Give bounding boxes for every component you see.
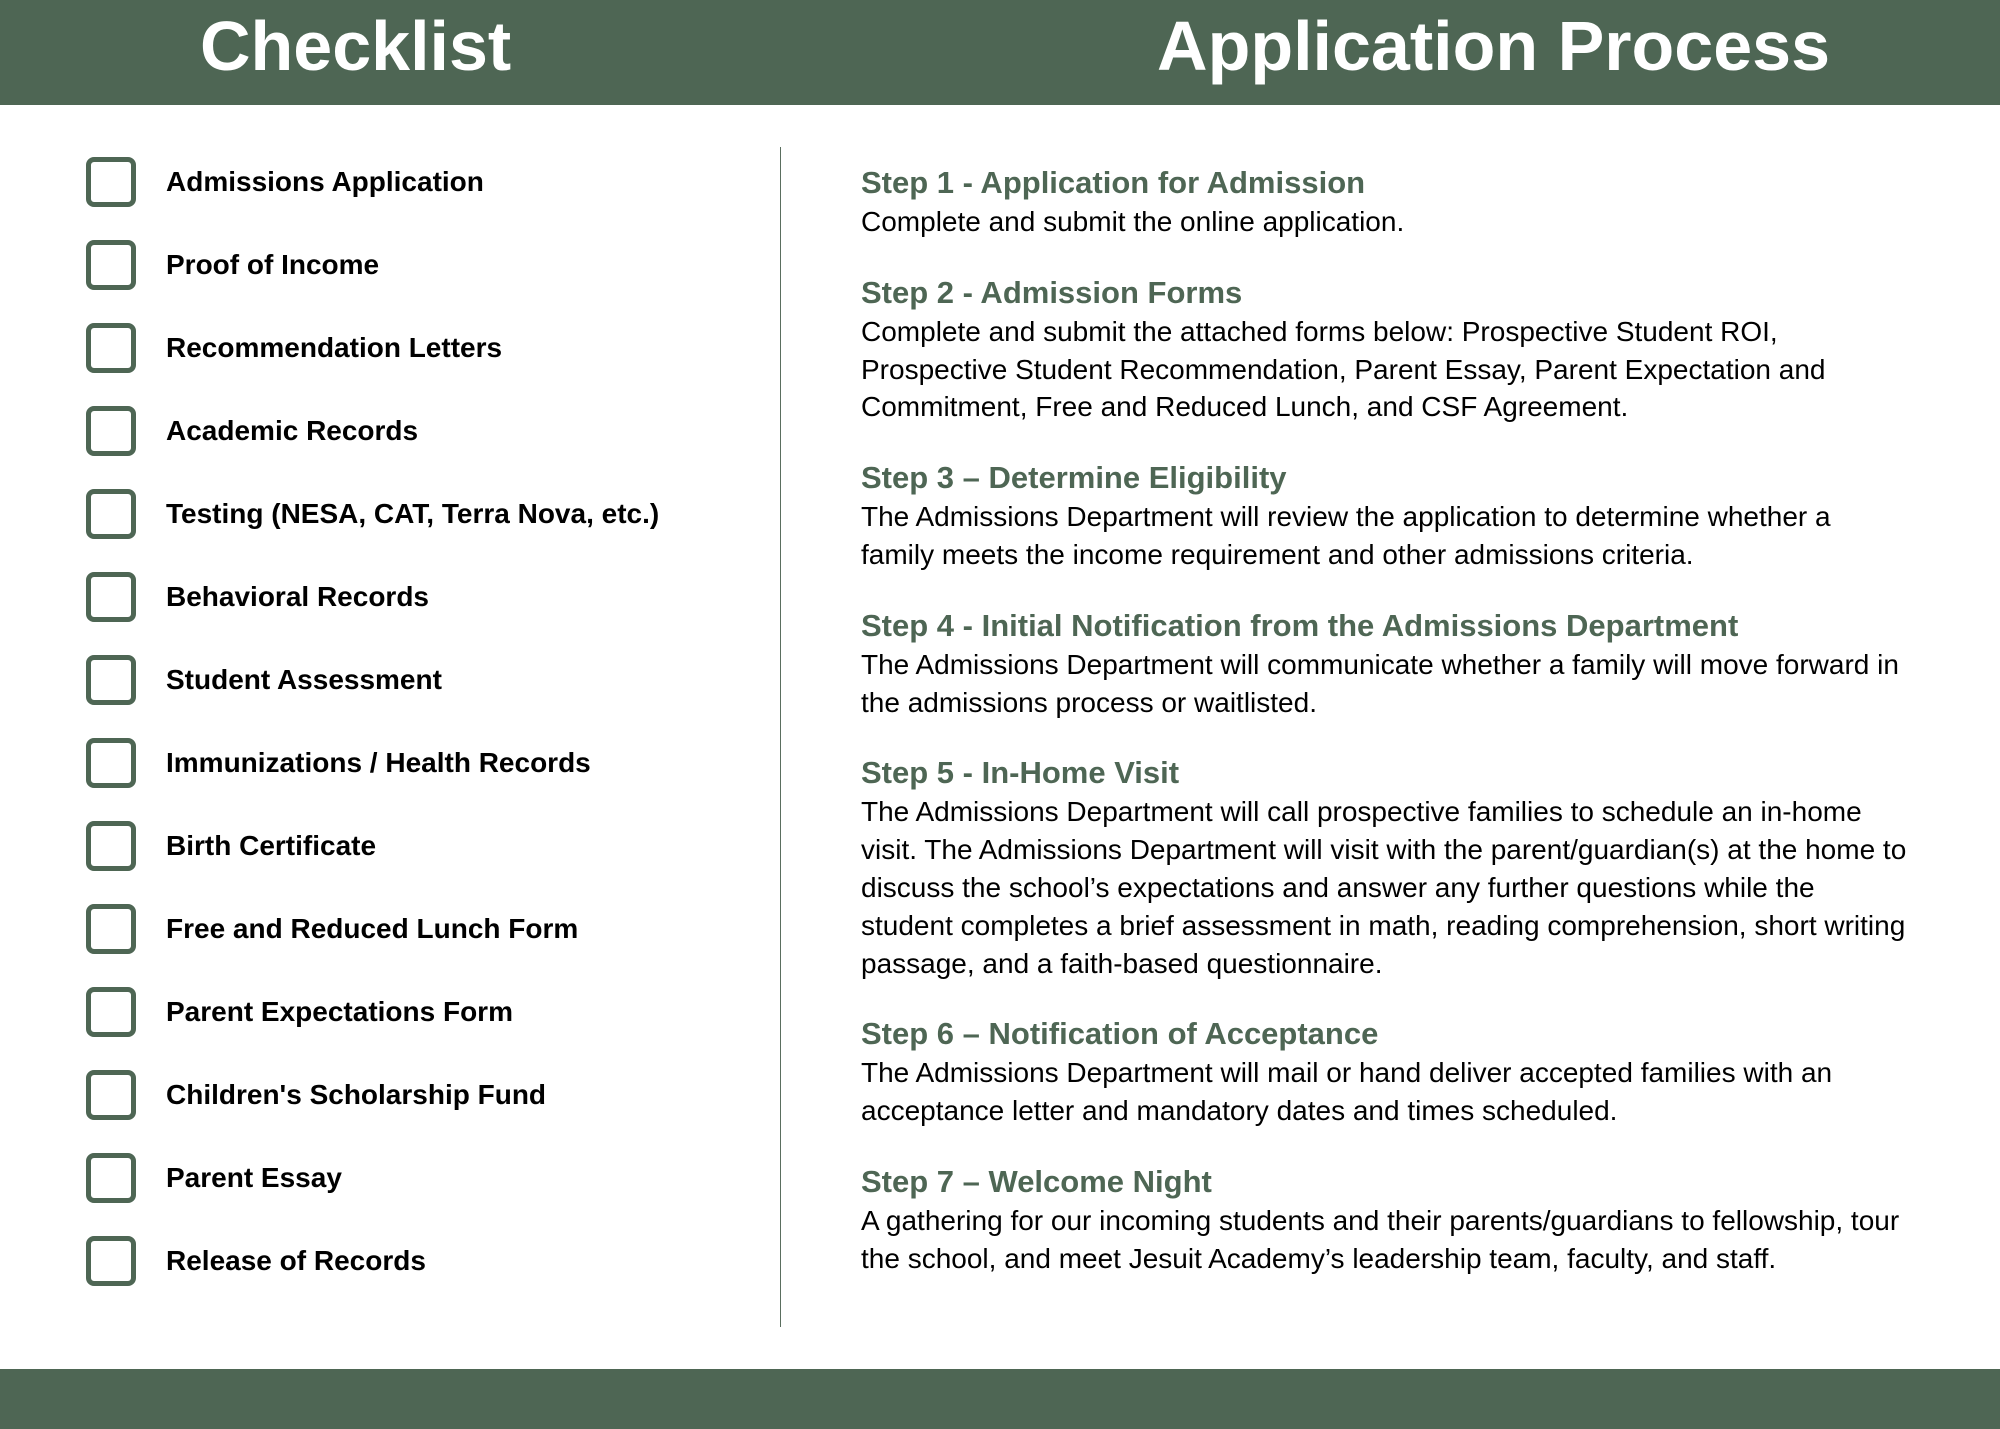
checklist-column: Admissions Application Proof of Income R… <box>80 147 740 1327</box>
checklist-label: Birth Certificate <box>166 830 376 862</box>
process-step: Step 5 - In-Home Visit The Admissions De… <box>861 755 1910 982</box>
checklist-label: Children's Scholarship Fund <box>166 1079 546 1111</box>
checklist-label: Release of Records <box>166 1245 426 1277</box>
checkbox-icon[interactable] <box>86 157 136 207</box>
checklist-item: Behavioral Records <box>86 572 740 622</box>
checklist-label: Free and Reduced Lunch Form <box>166 913 578 945</box>
step-body: Complete and submit the attached forms b… <box>861 313 1910 426</box>
header-title-right: Application Process <box>1157 6 1830 86</box>
process-step: Step 2 - Admission Forms Complete and su… <box>861 275 1910 426</box>
process-step: Step 3 – Determine Eligibility The Admis… <box>861 460 1910 574</box>
checklist-label: Behavioral Records <box>166 581 429 613</box>
checklist-item: Parent Essay <box>86 1153 740 1203</box>
footer-bar <box>0 1369 2000 1429</box>
step-body: Complete and submit the online applicati… <box>861 203 1910 241</box>
checklist-label: Recommendation Letters <box>166 332 502 364</box>
process-step: Step 1 - Application for Admission Compl… <box>861 165 1910 241</box>
step-body: The Admissions Department will review th… <box>861 498 1910 574</box>
checklist-item: Children's Scholarship Fund <box>86 1070 740 1120</box>
step-title: Step 3 – Determine Eligibility <box>861 460 1910 496</box>
step-body: The Admissions Department will communica… <box>861 646 1910 722</box>
checkbox-icon[interactable] <box>86 572 136 622</box>
checklist-label: Immunizations / Health Records <box>166 747 591 779</box>
step-title: Step 7 – Welcome Night <box>861 1164 1910 1200</box>
step-body: The Admissions Department will mail or h… <box>861 1054 1910 1130</box>
checklist-label: Proof of Income <box>166 249 379 281</box>
checkbox-icon[interactable] <box>86 489 136 539</box>
process-step: Step 7 – Welcome Night A gathering for o… <box>861 1164 1910 1278</box>
checklist-label: Parent Essay <box>166 1162 342 1194</box>
step-body: The Admissions Department will call pros… <box>861 793 1910 982</box>
checkbox-icon[interactable] <box>86 738 136 788</box>
checklist-item: Parent Expectations Form <box>86 987 740 1037</box>
checkbox-icon[interactable] <box>86 1236 136 1286</box>
process-column: Step 1 - Application for Admission Compl… <box>821 147 1920 1327</box>
checklist-label: Testing (NESA, CAT, Terra Nova, etc.) <box>166 498 659 530</box>
checkbox-icon[interactable] <box>86 904 136 954</box>
header-title-left: Checklist <box>200 6 511 86</box>
step-title: Step 1 - Application for Admission <box>861 165 1910 201</box>
checklist-label: Admissions Application <box>166 166 484 198</box>
process-step: Step 6 – Notification of Acceptance The … <box>861 1016 1910 1130</box>
checklist-item: Student Assessment <box>86 655 740 705</box>
content-area: Admissions Application Proof of Income R… <box>0 105 2000 1327</box>
checklist-item: Testing (NESA, CAT, Terra Nova, etc.) <box>86 489 740 539</box>
step-body: A gathering for our incoming students an… <box>861 1202 1910 1278</box>
checkbox-icon[interactable] <box>86 987 136 1037</box>
checklist-item: Birth Certificate <box>86 821 740 871</box>
process-step: Step 4 - Initial Notification from the A… <box>861 608 1910 722</box>
checklist-item: Academic Records <box>86 406 740 456</box>
checklist-item: Immunizations / Health Records <box>86 738 740 788</box>
checklist-item: Free and Reduced Lunch Form <box>86 904 740 954</box>
checkbox-icon[interactable] <box>86 406 136 456</box>
checklist-label: Student Assessment <box>166 664 442 696</box>
step-title: Step 2 - Admission Forms <box>861 275 1910 311</box>
checklist-item: Admissions Application <box>86 157 740 207</box>
checkbox-icon[interactable] <box>86 1153 136 1203</box>
vertical-divider <box>780 147 781 1327</box>
checklist-label: Parent Expectations Form <box>166 996 513 1028</box>
checkbox-icon[interactable] <box>86 821 136 871</box>
step-title: Step 5 - In-Home Visit <box>861 755 1910 791</box>
step-title: Step 6 – Notification of Acceptance <box>861 1016 1910 1052</box>
header-bar: Checklist Application Process <box>0 0 2000 105</box>
checkbox-icon[interactable] <box>86 323 136 373</box>
checklist-label: Academic Records <box>166 415 418 447</box>
checkbox-icon[interactable] <box>86 655 136 705</box>
checklist-item: Release of Records <box>86 1236 740 1286</box>
checkbox-icon[interactable] <box>86 1070 136 1120</box>
checklist-item: Proof of Income <box>86 240 740 290</box>
checkbox-icon[interactable] <box>86 240 136 290</box>
step-title: Step 4 - Initial Notification from the A… <box>861 608 1910 644</box>
checklist-item: Recommendation Letters <box>86 323 740 373</box>
